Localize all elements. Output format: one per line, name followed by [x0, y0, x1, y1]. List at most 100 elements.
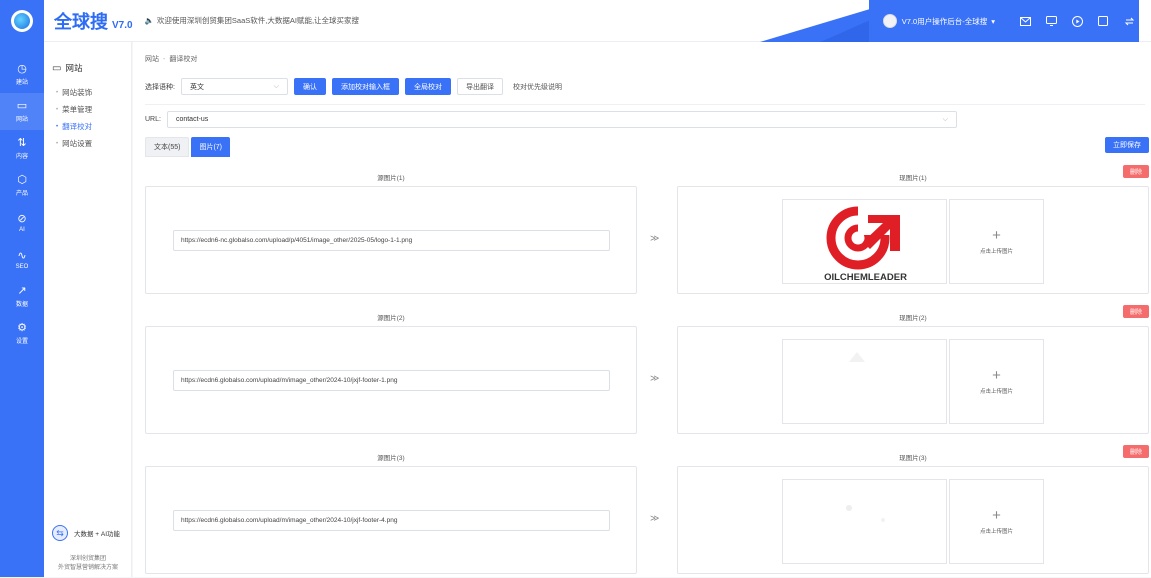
image-thumbnail[interactable]	[782, 339, 947, 424]
cube-icon: ⬡	[17, 174, 27, 186]
pulse-icon: ∿	[17, 249, 27, 262]
priority-note-link[interactable]: 校对优先级说明	[513, 82, 562, 92]
main-nav-rail: ◷ 建站 ▭ 网站 ⇅ 内容 ⬡ 产品 ⊘ AI ∿ SEO ↗ 数据 ⚙ 设置	[0, 42, 44, 577]
rail-item-product[interactable]: ⬡ 产品	[0, 167, 44, 204]
welcome-text: 🔈 欢迎使用深圳创贸集团SaaS软件,大数据AI赋能,让全球买家搜	[145, 15, 359, 26]
faint-image-preview	[846, 505, 885, 522]
sidebar-title: ▭ 网站	[44, 42, 131, 74]
faint-image-preview	[849, 352, 865, 362]
language-label: 选择语种:	[145, 83, 175, 91]
bigdata-ai-button[interactable]: ⇆ 大数据 + AI功能	[44, 525, 132, 541]
trend-icon: ↗	[17, 285, 27, 297]
app-logo[interactable]	[0, 0, 44, 42]
top-header: 全球搜 V7.0 🔈 欢迎使用深圳创贸集团SaaS软件,大数据AI赋能,让全球买家…	[0, 0, 1151, 42]
sub-sidebar: ▭ 网站 网站装饰 菜单管理 翻译校对 网站设置 ⇆ 大数据 + AI功能 深圳…	[44, 42, 132, 577]
gear-icon: ⚙	[17, 322, 27, 334]
clock-icon: ◷	[17, 63, 27, 75]
play-icon[interactable]	[1067, 11, 1087, 31]
upload-image-button[interactable]: + 点击上传图片	[949, 339, 1044, 424]
upload-image-button[interactable]: + 点击上传图片	[949, 479, 1044, 564]
plus-icon: +	[992, 226, 1001, 244]
upload-image-button[interactable]: + 点击上传图片	[949, 199, 1044, 284]
breadcrumb-website[interactable]: 网站	[145, 56, 159, 63]
sidebar-item-translation[interactable]: 翻译校对	[44, 118, 131, 135]
rail-item-seo[interactable]: ∿ SEO	[0, 241, 44, 278]
sidebar-item-site-settings[interactable]: 网站设置	[44, 135, 131, 152]
upload-label: 点击上传图片	[979, 248, 1013, 255]
sidebar-title-label: 网站	[65, 63, 83, 73]
breadcrumb-current: 翻译校对	[169, 56, 198, 63]
source-image-title: 源图片(1)	[377, 175, 405, 182]
rail-label: 数据	[15, 302, 28, 308]
delete-button[interactable]: 删除	[1122, 445, 1149, 458]
org-info: 深圳创贸集团 外贸智慧营销解决方案	[44, 555, 132, 573]
double-chevron-right-icon: ≫	[650, 513, 660, 523]
rail-item-data[interactable]: ↗ 数据	[0, 278, 44, 315]
save-now-button[interactable]: 立即保存	[1105, 137, 1149, 153]
sidebar-item-menu[interactable]: 菜单管理	[44, 101, 131, 118]
source-image-title: 源图片(2)	[377, 315, 405, 322]
language-select[interactable]: 英文 ⌵	[180, 78, 288, 95]
delete-button[interactable]: 删除	[1122, 165, 1149, 178]
user-menu[interactable]: V7.0用户操作后台-全球搜 ▾	[902, 16, 995, 27]
image-thumbnail[interactable]: OILCHEMLEADER	[782, 199, 947, 284]
url-value: contact-us	[175, 116, 209, 123]
plus-icon: +	[992, 366, 1001, 384]
mail-icon[interactable]	[1015, 11, 1035, 31]
source-image-title: 源图片(3)	[377, 455, 405, 462]
tab-text[interactable]: 文本(55)	[145, 137, 190, 157]
exchange-icon: ⇆	[52, 525, 68, 541]
rail-item-content[interactable]: ⇅ 内容	[0, 130, 44, 167]
compass-icon: ⊘	[17, 212, 27, 225]
monitor-icon[interactable]	[1041, 11, 1061, 31]
breadcrumb: 网站 - 翻译校对	[145, 54, 197, 64]
source-url-input[interactable]: https://ecdn6-nc.globalso.com/upload/p/4…	[173, 230, 610, 251]
rail-label: 网站	[15, 117, 28, 123]
current-image-box: OILCHEMLEADER + 点击上传图片	[677, 186, 1149, 294]
upload-label: 点击上传图片	[979, 388, 1013, 395]
image-thumbnail[interactable]	[782, 479, 947, 564]
monitor-icon: ▭	[16, 100, 28, 112]
chevron-down-icon: ⌵	[942, 115, 948, 123]
breadcrumb-separator: -	[163, 56, 166, 63]
speaker-icon: 🔈	[144, 16, 154, 25]
current-image-title: 现图片(1)	[899, 175, 927, 182]
brand-version: V7.0	[112, 19, 133, 31]
avatar[interactable]	[882, 14, 897, 28]
header-right: V7.0用户操作后台-全球搜 ▾	[868, 0, 1139, 42]
rail-item-settings[interactable]: ⚙ 设置	[0, 315, 44, 352]
rail-item-build[interactable]: ◷ 建站	[0, 56, 44, 93]
rail-item-ai[interactable]: ⊘ AI	[0, 204, 44, 241]
oilchemleader-logo	[826, 205, 908, 270]
rail-label: 产品	[15, 191, 28, 197]
caret-down-icon: ▾	[991, 16, 995, 26]
rail-label: SEO	[15, 263, 29, 270]
user-label: V7.0用户操作后台-全球搜	[901, 16, 988, 26]
tab-bar: 文本(55) 图片(7)	[145, 137, 231, 157]
confirm-button[interactable]: 确认	[293, 78, 326, 95]
source-url-input[interactable]: https://ecdn6.globalso.com/upload/m/imag…	[173, 510, 610, 531]
url-select[interactable]: contact-us ⌵	[166, 111, 957, 128]
current-image-box: + 点击上传图片	[677, 466, 1149, 574]
square-icon[interactable]	[1093, 11, 1113, 31]
org-line-1: 深圳创贸集团	[69, 556, 106, 562]
export-translation-button[interactable]: 导出翻译	[456, 78, 503, 95]
rail-spacer	[0, 42, 44, 56]
toolbar: 选择语种: 英文 ⌵ 确认 添加校对输入框 全局校对 导出翻译 校对优先级说明	[145, 78, 562, 95]
source-url-input[interactable]: https://ecdn6.globalso.com/upload/m/imag…	[173, 370, 610, 391]
language-value: 英文	[189, 83, 204, 91]
rail-label: 内容	[15, 154, 28, 160]
main-panel: 网站 - 翻译校对 选择语种: 英文 ⌵ 确认 添加校对输入框 全局校对 导出翻译 …	[133, 42, 1151, 577]
switch-icon[interactable]	[1119, 11, 1139, 31]
tab-image[interactable]: 图片(7)	[191, 137, 231, 157]
add-proofread-input-button[interactable]: 添加校对输入框	[331, 78, 399, 95]
rail-item-website[interactable]: ▭ 网站	[0, 93, 44, 130]
image-pair-2: 源图片(2) 现图片(2) 删除 https://ecdn6.globalso.…	[145, 305, 1149, 438]
sidebar-item-decoration[interactable]: 网站装饰	[44, 84, 131, 101]
delete-button[interactable]: 删除	[1122, 305, 1149, 318]
rail-label: 建站	[15, 80, 28, 86]
current-image-title: 现图片(2)	[899, 315, 927, 322]
double-chevron-right-icon: ≫	[650, 233, 660, 243]
rail-label: 设置	[15, 339, 28, 345]
global-proofread-button[interactable]: 全局校对	[404, 78, 451, 95]
